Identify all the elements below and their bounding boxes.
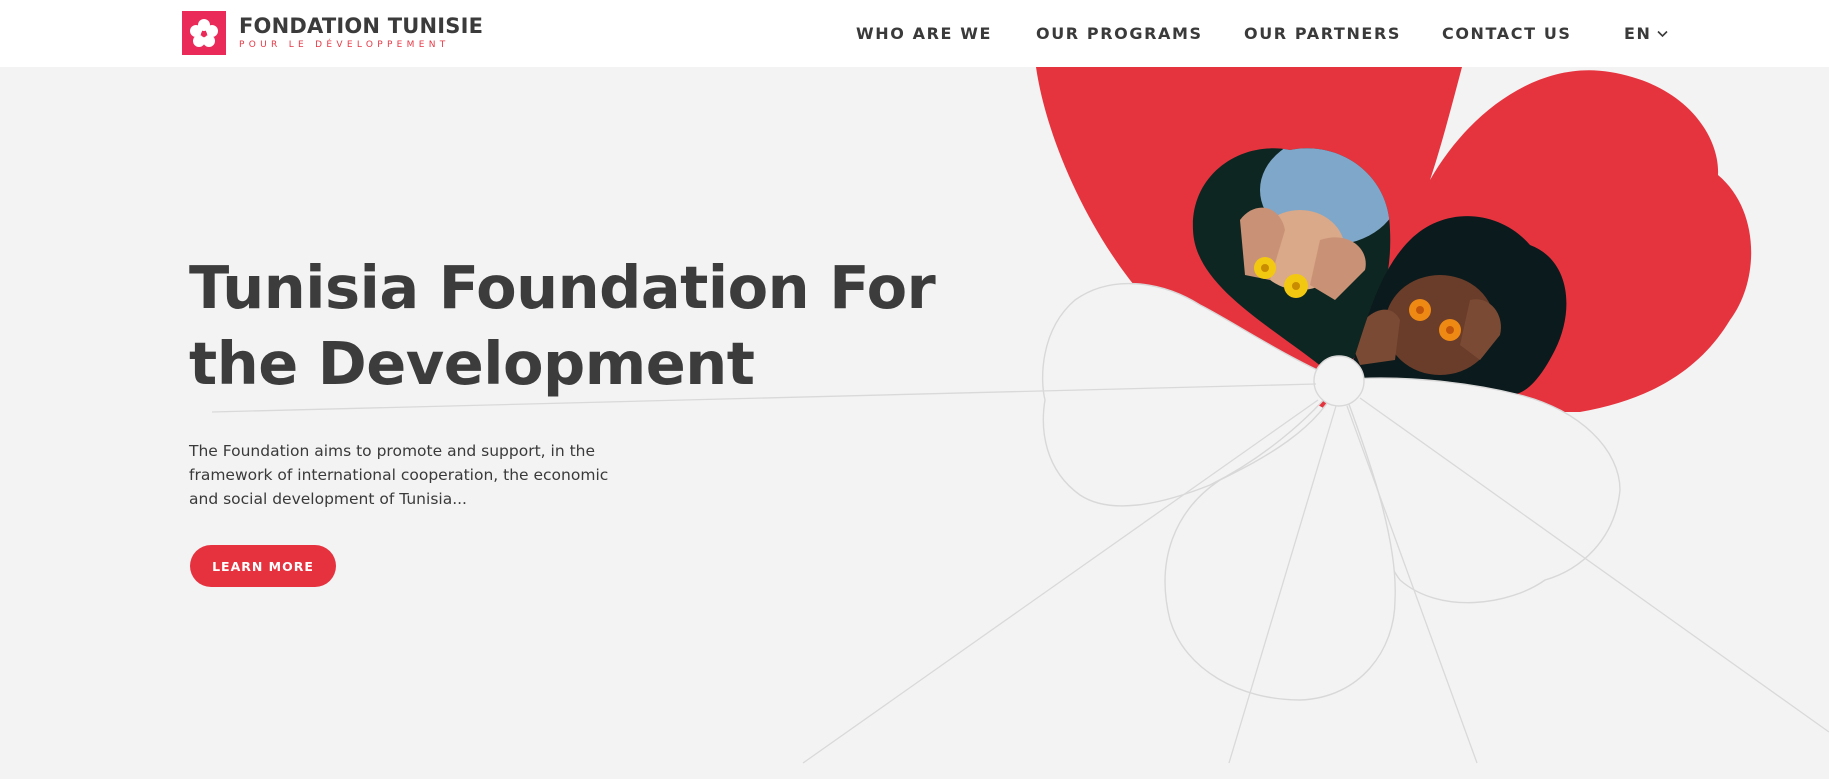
nav-item-our-programs[interactable]: OUR PROGRAMS xyxy=(1036,24,1203,43)
nav-item-our-partners[interactable]: OUR PARTNERS xyxy=(1244,24,1401,43)
hero-description: The Foundation aims to promote and suppo… xyxy=(189,442,609,508)
language-label: EN xyxy=(1624,24,1652,43)
hero-title: Tunisia Foundation For the Development xyxy=(189,253,936,398)
language-selector[interactable]: EN xyxy=(1624,24,1668,43)
brand-name: FONDATION TUNISIE xyxy=(239,14,484,38)
learn-more-button[interactable]: LEARN MORE xyxy=(190,545,336,587)
flower-center xyxy=(1313,355,1365,407)
brand-logo[interactable]: FONDATION TUNISIE POUR LE DÉVELOPPEMENT xyxy=(182,11,483,55)
brand-tagline: POUR LE DÉVELOPPEMENT xyxy=(239,40,450,50)
chevron-down-icon xyxy=(1656,30,1668,37)
flower-icon xyxy=(182,11,226,55)
nav-item-who-are-we[interactable]: WHO ARE WE xyxy=(856,24,992,43)
site-header: FONDATION TUNISIE POUR LE DÉVELOPPEMENT … xyxy=(0,0,1829,67)
nav-item-contact-us[interactable]: CONTACT US xyxy=(1442,24,1572,43)
